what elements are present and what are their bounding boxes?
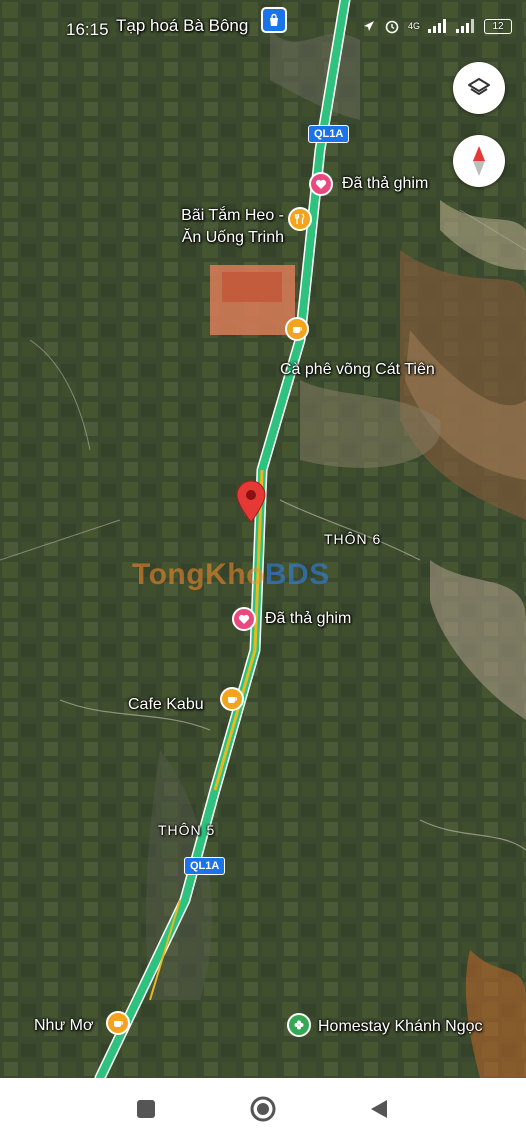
restaurant-fork-knife-icon[interactable] [288, 207, 312, 231]
battery-indicator: 12 [484, 18, 512, 34]
alarm-icon [385, 20, 399, 34]
layers-icon [468, 78, 490, 95]
saved-heart-pin-icon-mid[interactable] [232, 607, 256, 631]
place-label-tap-hoa[interactable]: Tạp hoá Bà Bông [116, 16, 248, 36]
back-button[interactable] [362, 1092, 396, 1126]
shopping-bag-icon[interactable] [261, 7, 287, 33]
cafe-cup-icon-kabu[interactable] [220, 687, 244, 711]
status-time: 16:15 [66, 20, 109, 39]
network-type: 4G [407, 21, 420, 31]
road-shield-ql1a-bottom: QL1A [184, 857, 226, 875]
compass-icon [473, 146, 485, 176]
place-label-pinned-top[interactable]: Đã thả ghim [342, 174, 428, 194]
home-button[interactable] [246, 1092, 280, 1126]
road-shield-ql1a-top: QL1A [308, 125, 350, 143]
area-label-thon-6: THÔN 6 [324, 531, 382, 547]
square-icon [137, 1100, 155, 1118]
area-label-thon-5: THÔN 5 [158, 822, 216, 838]
signal-icon [428, 19, 446, 33]
homestay-clover-icon[interactable] [287, 1013, 311, 1037]
place-label-restaurant-line1[interactable]: Bãi Tắm Heo - [166, 206, 284, 226]
place-label-cafe-kabu[interactable]: Cafe Kabu [128, 695, 204, 715]
watermark-part1: TongKho [132, 558, 265, 591]
place-label-nhu-mo[interactable]: Như Mơ [34, 1016, 93, 1036]
location-pin-red-icon[interactable] [234, 478, 268, 524]
cafe-cup-icon-nhu-mo[interactable] [106, 1011, 130, 1035]
map-view[interactable]: 16:15 4G 12 Tạp hoá Bà Bông QL1A QL1A Đã… [0, 0, 526, 1078]
place-label-pinned-mid[interactable]: Đã thả ghim [265, 609, 351, 629]
signal-icon-2 [456, 19, 474, 33]
status-icons: 4G 12 [362, 18, 512, 34]
triangle-back-icon [371, 1100, 387, 1118]
place-label-cafe-cat-tien[interactable]: Cà phê võng Cát Tiên [280, 360, 435, 380]
satellite-imagery [0, 0, 526, 1078]
cafe-cup-icon[interactable] [285, 317, 309, 341]
compass-button[interactable] [453, 135, 505, 187]
watermark-part2: BDS [264, 558, 330, 591]
layers-button[interactable] [453, 62, 505, 114]
system-nav-bar [0, 1078, 526, 1140]
circle-icon [250, 1096, 276, 1122]
recents-button[interactable] [129, 1092, 163, 1126]
saved-heart-pin-icon[interactable] [309, 172, 333, 196]
watermark: TongKhoBDS [132, 558, 330, 592]
navigation-arrow-icon [363, 21, 374, 31]
place-label-homestay[interactable]: Homestay Khánh Ngọc [318, 1017, 483, 1037]
place-label-restaurant-line2[interactable]: Ăn Uống Trinh [166, 228, 284, 248]
